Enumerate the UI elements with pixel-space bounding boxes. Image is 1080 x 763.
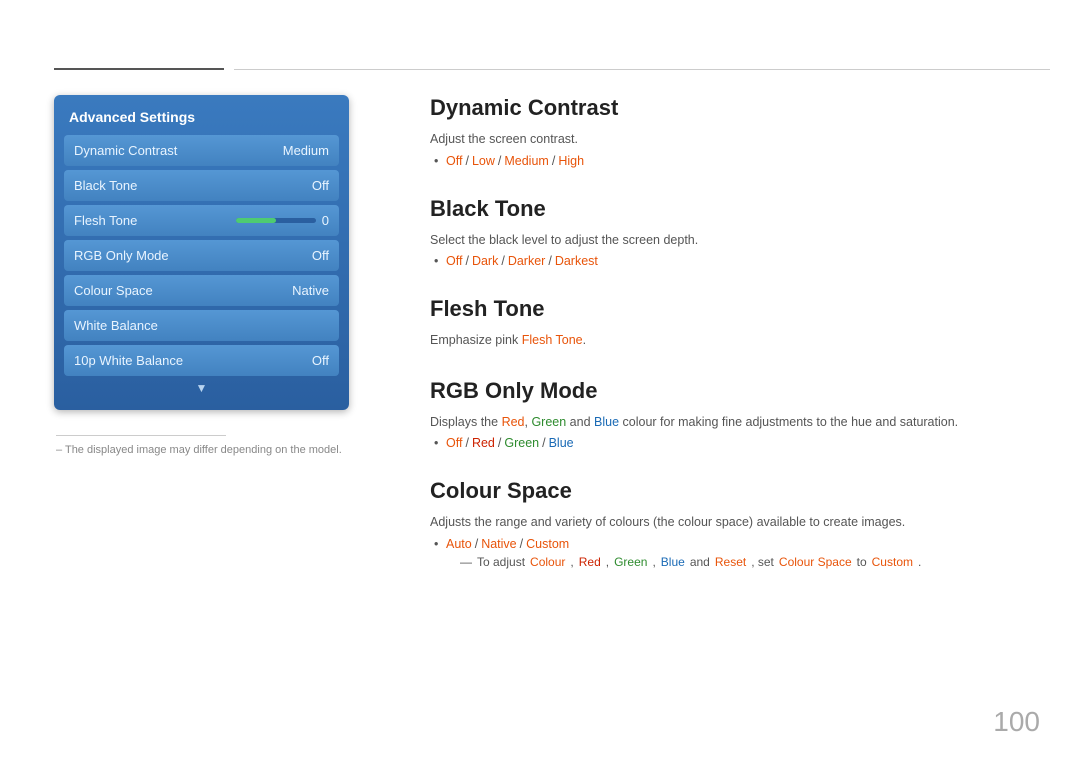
opt-dark-black: Dark bbox=[472, 254, 498, 268]
section-desc-black-tone: Select the black level to adjust the scr… bbox=[430, 232, 1040, 250]
panel-note-text: – The displayed image may differ dependi… bbox=[56, 444, 349, 456]
menu-item-label-flesh-tone: Flesh Tone bbox=[74, 213, 137, 228]
left-panel: Advanced Settings Dynamic Contrast Mediu… bbox=[54, 95, 349, 456]
section-rgb-only-mode: RGB Only Mode Displays the Red, Green an… bbox=[430, 378, 1040, 451]
opt-medium-dynamic: Medium bbox=[504, 154, 548, 168]
section-flesh-tone: Flesh Tone Emphasize pink Flesh Tone. bbox=[430, 296, 1040, 350]
menu-item-label-rgb-only-mode: RGB Only Mode bbox=[74, 248, 169, 263]
flesh-tone-slider-container: 0 bbox=[236, 213, 329, 228]
menu-item-colour-space[interactable]: Colour Space Native bbox=[64, 275, 339, 306]
opt-flesh-tone-inline: Flesh Tone bbox=[522, 333, 583, 347]
opt-custom-inline: Custom bbox=[872, 555, 913, 569]
menu-item-label-dynamic-contrast: Dynamic Contrast bbox=[74, 143, 177, 158]
opt-red-rgb: Red bbox=[502, 415, 525, 429]
menu-item-value-rgb-only-mode: Off bbox=[312, 248, 329, 263]
flesh-tone-slider-fill bbox=[236, 218, 276, 223]
advanced-settings-box: Advanced Settings Dynamic Contrast Mediu… bbox=[54, 95, 349, 410]
section-title-rgb-only-mode: RGB Only Mode bbox=[430, 378, 1040, 404]
menu-item-value-black-tone: Off bbox=[312, 178, 329, 193]
menu-item-white-balance[interactable]: White Balance bbox=[64, 310, 339, 341]
opt-colour-space-inline: Colour Space bbox=[779, 555, 852, 569]
opt-blue-rgb-opt: Blue bbox=[549, 436, 574, 450]
menu-item-10p-white-balance[interactable]: 10p White Balance Off bbox=[64, 345, 339, 376]
opt-green-inline: Green bbox=[614, 555, 647, 569]
section-options-dynamic-contrast: Off / Low / Medium / High bbox=[430, 154, 1040, 168]
section-options-colour-space: Auto / Native / Custom bbox=[430, 537, 1040, 551]
menu-item-label-colour-space: Colour Space bbox=[74, 283, 153, 298]
section-title-colour-space: Colour Space bbox=[430, 478, 1040, 504]
menu-item-rgb-only-mode[interactable]: RGB Only Mode Off bbox=[64, 240, 339, 271]
opt-blue-inline: Blue bbox=[661, 555, 685, 569]
menu-item-dynamic-contrast[interactable]: Dynamic Contrast Medium bbox=[64, 135, 339, 166]
section-desc-flesh-tone: Emphasize pink Flesh Tone. bbox=[430, 332, 1040, 350]
opt-off-black: Off bbox=[446, 254, 462, 268]
menu-item-value-colour-space: Native bbox=[292, 283, 329, 298]
opt-off-rgb: Off bbox=[446, 436, 462, 450]
opt-green-rgb: Green bbox=[531, 415, 566, 429]
right-content: Dynamic Contrast Adjust the screen contr… bbox=[430, 95, 1040, 597]
menu-item-label-10p-white-balance: 10p White Balance bbox=[74, 353, 183, 368]
opt-red-inline: Red bbox=[579, 555, 601, 569]
dropdown-arrow-icon[interactable]: ▼ bbox=[64, 381, 339, 395]
section-options-black-tone: Off / Dark / Darker / Darkest bbox=[430, 254, 1040, 268]
opt-off-dynamic: Off bbox=[446, 154, 462, 168]
panel-title: Advanced Settings bbox=[64, 105, 339, 135]
opt-native-colour-space: Native bbox=[481, 537, 516, 551]
section-desc-rgb-only-mode: Displays the Red, Green and Blue colour … bbox=[430, 414, 1040, 432]
menu-item-black-tone[interactable]: Black Tone Off bbox=[64, 170, 339, 201]
section-dynamic-contrast: Dynamic Contrast Adjust the screen contr… bbox=[430, 95, 1040, 168]
opt-auto-colour-space: Auto bbox=[446, 537, 472, 551]
opt-red-rgb-opt: Red bbox=[472, 436, 495, 450]
divider-short bbox=[54, 68, 224, 70]
section-options-rgb-only-mode: Off / Red / Green / Blue bbox=[430, 436, 1040, 450]
menu-item-value-dynamic-contrast: Medium bbox=[283, 143, 329, 158]
section-desc-colour-space: Adjusts the range and variety of colours… bbox=[430, 514, 1040, 532]
flesh-tone-slider[interactable] bbox=[236, 218, 316, 223]
section-desc-dynamic-contrast: Adjust the screen contrast. bbox=[430, 131, 1040, 149]
opt-custom-colour-space: Custom bbox=[526, 537, 569, 551]
menu-item-label-white-balance: White Balance bbox=[74, 318, 158, 333]
panel-note-divider bbox=[56, 435, 226, 436]
opt-darker-black: Darker bbox=[508, 254, 546, 268]
section-title-black-tone: Black Tone bbox=[430, 196, 1040, 222]
opt-colour-inline: Colour bbox=[530, 555, 565, 569]
panel-note: – The displayed image may differ dependi… bbox=[54, 435, 349, 456]
section-title-flesh-tone: Flesh Tone bbox=[430, 296, 1040, 322]
section-subnote-colour-space: To adjust Colour, Red, Green, Blue and R… bbox=[430, 555, 1040, 569]
opt-green-rgb-opt: Green bbox=[504, 436, 539, 450]
section-colour-space: Colour Space Adjusts the range and varie… bbox=[430, 478, 1040, 569]
opt-high-dynamic: High bbox=[558, 154, 584, 168]
menu-item-label-black-tone: Black Tone bbox=[74, 178, 137, 193]
section-black-tone: Black Tone Select the black level to adj… bbox=[430, 196, 1040, 269]
opt-reset-inline: Reset bbox=[715, 555, 746, 569]
top-divider bbox=[54, 68, 1050, 70]
divider-long bbox=[234, 69, 1050, 70]
opt-low-dynamic: Low bbox=[472, 154, 495, 168]
flesh-tone-value: 0 bbox=[322, 213, 329, 228]
menu-item-flesh-tone[interactable]: Flesh Tone 0 bbox=[64, 205, 339, 236]
section-title-dynamic-contrast: Dynamic Contrast bbox=[430, 95, 1040, 121]
opt-blue-rgb: Blue bbox=[594, 415, 619, 429]
opt-darkest-black: Darkest bbox=[555, 254, 598, 268]
menu-item-value-10p-white-balance: Off bbox=[312, 353, 329, 368]
page-number: 100 bbox=[993, 706, 1040, 738]
